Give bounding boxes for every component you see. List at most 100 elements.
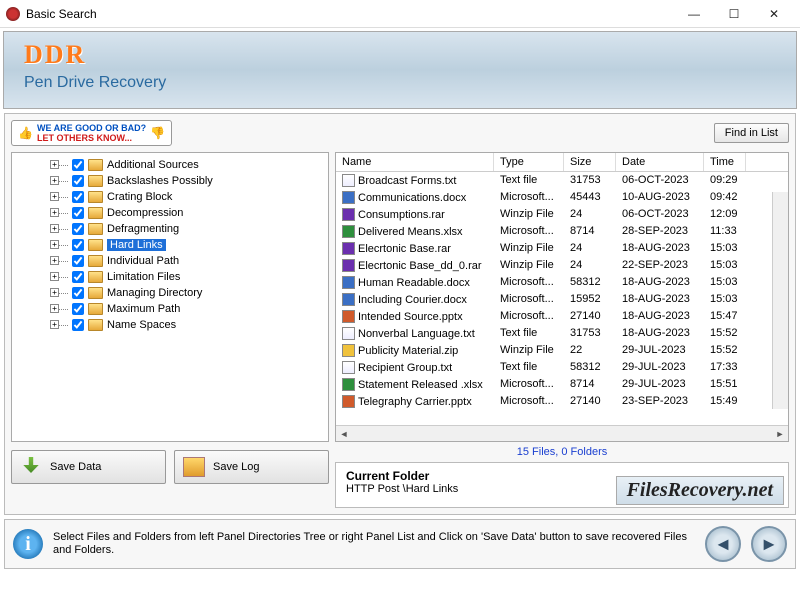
- vertical-scrollbar[interactable]: [772, 192, 788, 409]
- expand-icon[interactable]: +: [50, 272, 59, 281]
- file-row[interactable]: Elecrtonic Base.rar Winzip File 24 18-AU…: [336, 240, 788, 257]
- file-time: 11:33: [704, 224, 746, 239]
- tree-node[interactable]: + Name Spaces: [14, 317, 326, 333]
- tree-checkbox[interactable]: [72, 223, 84, 235]
- file-row[interactable]: Publicity Material.zip Winzip File 22 29…: [336, 342, 788, 359]
- horizontal-scrollbar[interactable]: ◄ ►: [336, 425, 788, 441]
- file-type: Microsoft...: [494, 394, 564, 409]
- tree-node[interactable]: + Defragmenting: [14, 221, 326, 237]
- expand-icon[interactable]: +: [50, 160, 59, 169]
- expand-icon[interactable]: +: [50, 176, 59, 185]
- file-size: 8714: [564, 377, 616, 392]
- tree-node[interactable]: + Maximum Path: [14, 301, 326, 317]
- save-data-button[interactable]: Save Data: [11, 450, 166, 484]
- back-button[interactable]: ◄: [705, 526, 741, 562]
- tree-checkbox[interactable]: [72, 287, 84, 299]
- expand-icon[interactable]: +: [50, 320, 59, 329]
- folder-icon: [88, 223, 103, 235]
- file-time: 09:42: [704, 190, 746, 205]
- summary-text: 15 Files, 0 Folders: [335, 442, 789, 460]
- tree-node[interactable]: + Hard Links: [14, 237, 326, 253]
- tree-checkbox[interactable]: [72, 191, 84, 203]
- expand-icon[interactable]: +: [50, 304, 59, 313]
- expand-icon[interactable]: +: [50, 208, 59, 217]
- tree-checkbox[interactable]: [72, 207, 84, 219]
- file-icon: [342, 174, 355, 187]
- scroll-left-icon[interactable]: ◄: [336, 429, 352, 439]
- file-time: 09:29: [704, 173, 746, 188]
- col-size[interactable]: Size: [564, 153, 616, 171]
- file-type: Winzip File: [494, 343, 564, 358]
- tree-node[interactable]: + Limitation Files: [14, 269, 326, 285]
- download-icon: [20, 457, 42, 477]
- file-size: 27140: [564, 309, 616, 324]
- tree-node[interactable]: + Managing Directory: [14, 285, 326, 301]
- file-time: 15:03: [704, 258, 746, 273]
- tree-label: Individual Path: [107, 255, 179, 267]
- file-icon: [342, 293, 355, 306]
- file-row[interactable]: Broadcast Forms.txt Text file 31753 06-O…: [336, 172, 788, 189]
- expand-icon[interactable]: +: [50, 224, 59, 233]
- tree-checkbox[interactable]: [72, 319, 84, 331]
- col-time[interactable]: Time: [704, 153, 746, 171]
- file-row[interactable]: Nonverbal Language.txt Text file 31753 1…: [336, 325, 788, 342]
- file-row[interactable]: Telegraphy Carrier.pptx Microsoft... 271…: [336, 393, 788, 410]
- file-size: 24: [564, 258, 616, 273]
- tree-checkbox[interactable]: [72, 303, 84, 315]
- forward-button[interactable]: ►: [751, 526, 787, 562]
- col-name[interactable]: Name: [336, 153, 494, 171]
- file-type: Microsoft...: [494, 275, 564, 290]
- file-row[interactable]: Communications.docx Microsoft... 45443 1…: [336, 189, 788, 206]
- tree-checkbox[interactable]: [72, 159, 84, 171]
- tree-checkbox[interactable]: [72, 255, 84, 267]
- current-folder-box: Current Folder HTTP Post \Hard Links Fil…: [335, 462, 789, 508]
- tree-checkbox[interactable]: [72, 239, 84, 251]
- tree-node[interactable]: + Decompression: [14, 205, 326, 221]
- save-log-label: Save Log: [213, 461, 259, 473]
- expand-icon[interactable]: +: [50, 192, 59, 201]
- expand-icon[interactable]: +: [50, 288, 59, 297]
- col-date[interactable]: Date: [616, 153, 704, 171]
- file-list[interactable]: Name Type Size Date Time Broadcast Forms…: [335, 152, 789, 442]
- expand-icon[interactable]: +: [50, 256, 59, 265]
- find-in-list-button[interactable]: Find in List: [714, 123, 789, 143]
- tree-checkbox[interactable]: [72, 271, 84, 283]
- file-type: Winzip File: [494, 258, 564, 273]
- scroll-right-icon[interactable]: ►: [772, 429, 788, 439]
- file-name: Recipient Group.txt: [358, 362, 452, 374]
- watermark: FilesRecovery.net: [616, 476, 784, 505]
- file-date: 06-OCT-2023: [616, 173, 704, 188]
- tree-checkbox[interactable]: [72, 175, 84, 187]
- feedback-badge[interactable]: 👍 WE ARE GOOD OR BAD? LET OTHERS KNOW...…: [11, 120, 172, 146]
- tree-node[interactable]: + Individual Path: [14, 253, 326, 269]
- file-type: Text file: [494, 360, 564, 375]
- maximize-button[interactable]: ☐: [714, 2, 754, 26]
- expand-icon[interactable]: +: [50, 240, 59, 249]
- thumb-up-icon: 👍: [18, 128, 33, 138]
- file-time: 15:49: [704, 394, 746, 409]
- tree-node[interactable]: + Additional Sources: [14, 157, 326, 173]
- tree-label: Crating Block: [107, 191, 172, 203]
- file-row[interactable]: Human Readable.docx Microsoft... 58312 1…: [336, 274, 788, 291]
- file-date: 23-SEP-2023: [616, 394, 704, 409]
- file-icon: [342, 276, 355, 289]
- file-type: Microsoft...: [494, 224, 564, 239]
- col-type[interactable]: Type: [494, 153, 564, 171]
- save-log-button[interactable]: Save Log: [174, 450, 329, 484]
- file-icon: [342, 208, 355, 221]
- close-button[interactable]: ✕: [754, 2, 794, 26]
- file-row[interactable]: Recipient Group.txt Text file 58312 29-J…: [336, 359, 788, 376]
- folder-icon: [88, 271, 103, 283]
- file-row[interactable]: Elecrtonic Base_dd_0.rar Winzip File 24 …: [336, 257, 788, 274]
- file-name: Human Readable.docx: [358, 277, 470, 289]
- folder-tree[interactable]: + Additional Sources+ Backslashes Possib…: [11, 152, 329, 442]
- tree-node[interactable]: + Backslashes Possibly: [14, 173, 326, 189]
- minimize-button[interactable]: —: [674, 2, 714, 26]
- file-size: 58312: [564, 360, 616, 375]
- tree-node[interactable]: + Crating Block: [14, 189, 326, 205]
- file-row[interactable]: Consumptions.rar Winzip File 24 06-OCT-2…: [336, 206, 788, 223]
- file-row[interactable]: Including Courier.docx Microsoft... 1595…: [336, 291, 788, 308]
- file-row[interactable]: Intended Source.pptx Microsoft... 27140 …: [336, 308, 788, 325]
- file-row[interactable]: Delivered Means.xlsx Microsoft... 8714 2…: [336, 223, 788, 240]
- file-row[interactable]: Statement Released .xlsx Microsoft... 87…: [336, 376, 788, 393]
